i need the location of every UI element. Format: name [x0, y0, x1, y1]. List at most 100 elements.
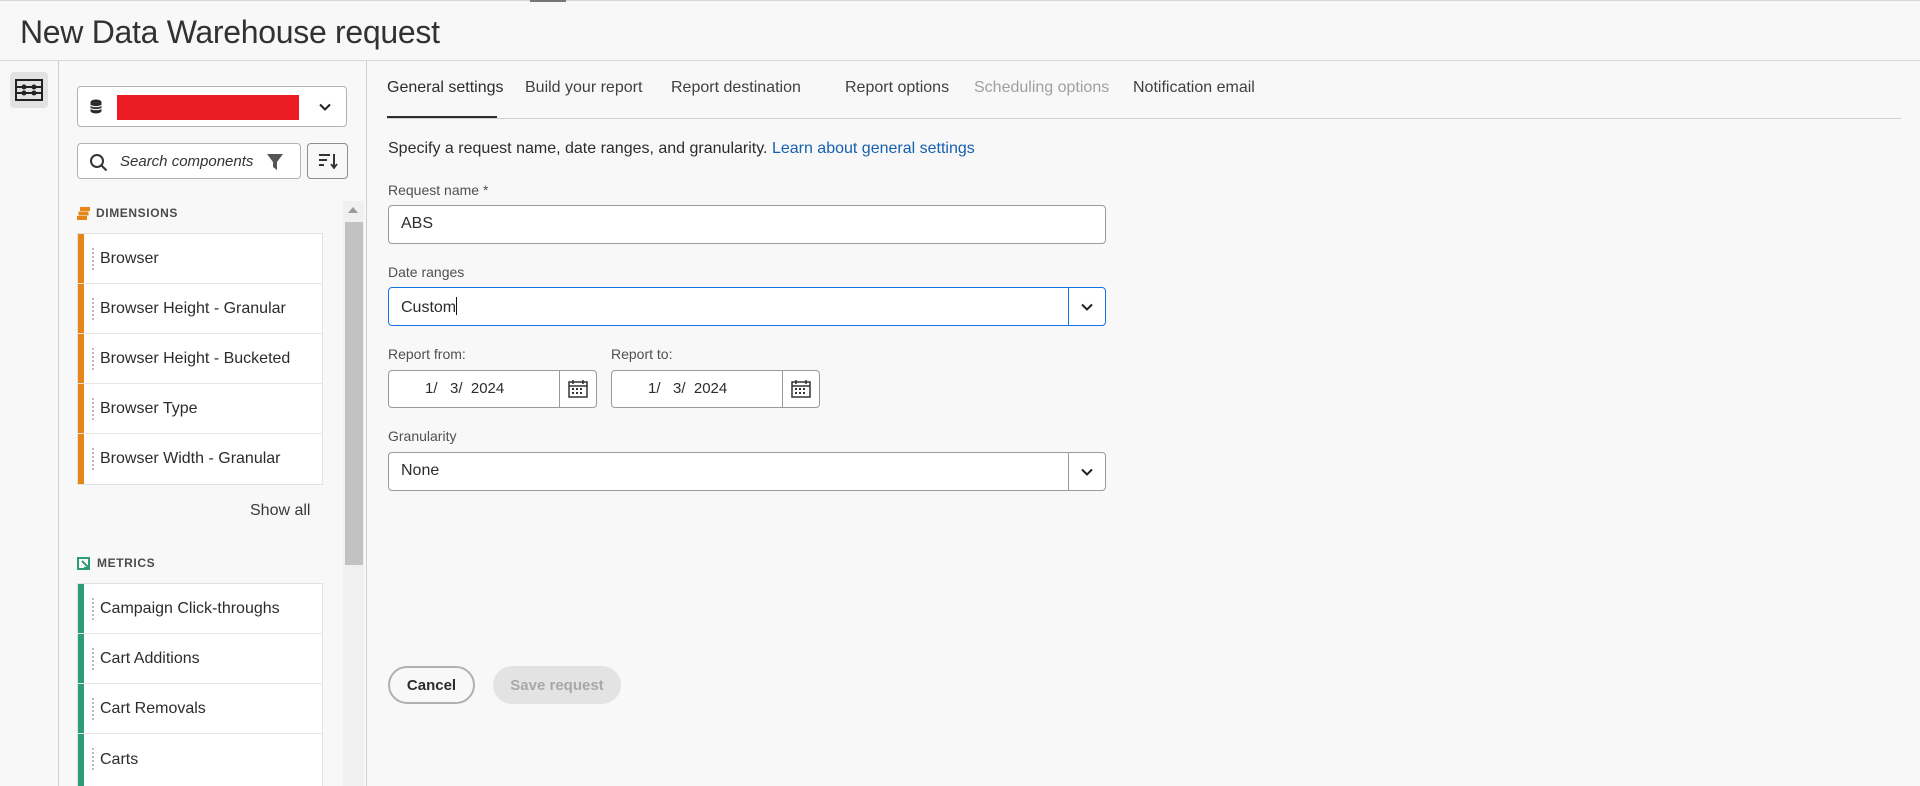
dimension-color-bar — [78, 384, 84, 433]
tab-general-settings[interactable]: General settings — [387, 79, 504, 97]
chevron-down-icon — [1081, 468, 1093, 476]
tab-notification-email[interactable]: Notification email — [1133, 79, 1255, 97]
metric-label: Carts — [100, 751, 139, 768]
tab-report-options[interactable]: Report options — [845, 79, 949, 97]
scroll-up-arrow-icon[interactable] — [348, 207, 358, 213]
date-ranges-value[interactable]: Custom — [401, 297, 458, 317]
dimension-label: Browser Height - Bucketed — [100, 349, 291, 367]
report-to-label: Report to: — [611, 346, 673, 362]
dimension-label: Browser Type — [100, 399, 198, 417]
metric-color-bar — [78, 684, 84, 733]
calendar-icon — [791, 380, 811, 398]
dimension-color-bar — [78, 234, 84, 283]
list-item[interactable]: Browser Height - Bucketed — [78, 334, 322, 384]
metric-label: Cart Removals — [100, 699, 206, 717]
components-panel: Search components DIMENSIONS Browser Bro… — [59, 61, 367, 786]
tab-scheduling-options: Scheduling options — [974, 79, 1110, 96]
top-edge-mark — [530, 0, 566, 2]
dimension-color-bar — [78, 284, 84, 333]
active-tab-indicator — [387, 116, 497, 118]
metrics-list: Campaign Click-throughs Cart Additions C… — [77, 583, 323, 786]
database-icon — [90, 99, 102, 114]
page-header: New Data Warehouse request — [0, 3, 1920, 61]
search-components-field[interactable]: Search components — [77, 143, 301, 179]
metric-color-bar — [78, 634, 84, 683]
panel-toggle-icon — [15, 79, 43, 101]
components-scrollbar[interactable] — [343, 201, 364, 786]
report-to-date-field[interactable]: 1/ 3/ 2024 — [611, 370, 820, 408]
drag-handle[interactable] — [92, 298, 94, 320]
data-source-picker[interactable] — [77, 86, 347, 127]
drag-handle[interactable] — [92, 448, 94, 470]
dimension-label: Browser Width - Granular — [100, 450, 281, 467]
report-to-calendar-button[interactable] — [782, 371, 819, 407]
drag-handle[interactable] — [92, 398, 94, 420]
request-name-label-text: Request name — [388, 182, 480, 198]
cancel-button[interactable]: Cancel — [388, 666, 475, 704]
drag-handle[interactable] — [92, 748, 94, 770]
tab-build-your-report[interactable]: Build your report — [525, 79, 642, 97]
report-from-value[interactable]: 1/ 3/ 2024 — [425, 380, 504, 397]
report-from-label: Report from: — [388, 346, 466, 362]
granularity-value[interactable]: None — [401, 462, 439, 480]
dimensions-header: DIMENSIONS — [77, 206, 178, 220]
metrics-icon — [77, 556, 90, 570]
metrics-header: METRICS — [77, 556, 155, 570]
tab-report-destination[interactable]: Report destination — [671, 79, 801, 97]
sort-icon — [318, 154, 338, 169]
list-item[interactable]: Browser Height - Granular — [78, 284, 322, 334]
filter-icon[interactable] — [266, 153, 284, 171]
scrollbar-thumb[interactable] — [345, 222, 363, 565]
drag-handle[interactable] — [92, 348, 94, 370]
report-from-date-field[interactable]: 1/ 3/ 2024 — [388, 370, 597, 408]
granularity-label: Granularity — [388, 428, 457, 444]
show-all-link[interactable]: Show all — [250, 502, 310, 520]
list-item[interactable]: Browser Type — [78, 384, 322, 434]
chevron-down-icon — [319, 103, 331, 111]
date-ranges-dropdown-button[interactable] — [1068, 288, 1105, 325]
drag-handle[interactable] — [92, 248, 94, 270]
drag-handle[interactable] — [92, 598, 94, 620]
data-source-name-redacted — [117, 95, 299, 120]
request-name-input[interactable]: ABS — [388, 205, 1106, 244]
drag-handle[interactable] — [92, 698, 94, 720]
calendar-icon — [568, 380, 588, 398]
panel-toggle-button[interactable] — [10, 72, 48, 108]
dimensions-icon — [77, 206, 90, 220]
metric-label: Cart Additions — [100, 649, 200, 667]
list-item[interactable]: Cart Additions — [78, 634, 322, 684]
list-item[interactable]: Browser — [78, 234, 322, 284]
save-request-button: Save request — [493, 666, 621, 704]
learn-general-settings-link[interactable]: Learn about general settings — [772, 140, 975, 157]
list-item[interactable]: Campaign Click-throughs — [78, 584, 322, 634]
report-from-calendar-button[interactable] — [559, 371, 596, 407]
dimension-label: Browser Height - Granular — [100, 299, 286, 317]
list-item[interactable]: Browser Width - Granular — [78, 434, 322, 484]
granularity-picker[interactable]: None — [388, 452, 1106, 491]
tab-bar: General settings Build your report Repor… — [387, 61, 1901, 119]
search-input[interactable]: Search components — [120, 153, 253, 170]
drag-handle[interactable] — [92, 648, 94, 670]
dimensions-title: DIMENSIONS — [96, 206, 179, 220]
dimension-color-bar — [78, 434, 84, 484]
metric-color-bar — [78, 734, 84, 786]
request-form-area: General settings Build your report Repor… — [367, 61, 1920, 786]
metric-color-bar — [78, 584, 84, 633]
list-item[interactable]: Cart Removals — [78, 684, 322, 734]
search-icon — [90, 154, 108, 172]
sort-button[interactable] — [307, 143, 348, 179]
list-item[interactable]: Carts — [78, 734, 322, 786]
report-to-value[interactable]: 1/ 3/ 2024 — [648, 380, 727, 397]
left-rail — [0, 61, 59, 786]
dimension-color-bar — [78, 334, 84, 383]
required-indicator: * — [482, 182, 489, 198]
metrics-title: METRICS — [97, 556, 156, 570]
form-description: Specify a request name, date ranges, and… — [388, 140, 975, 158]
chevron-down-icon — [1081, 303, 1093, 311]
date-ranges-combobox[interactable]: Custom — [388, 287, 1106, 326]
dimensions-list: Browser Browser Height - Granular Browse… — [77, 233, 323, 485]
granularity-dropdown-button[interactable] — [1068, 453, 1105, 490]
metric-label: Campaign Click-throughs — [100, 599, 280, 617]
dimension-label: Browser — [100, 249, 159, 267]
text-cursor — [456, 297, 458, 315]
